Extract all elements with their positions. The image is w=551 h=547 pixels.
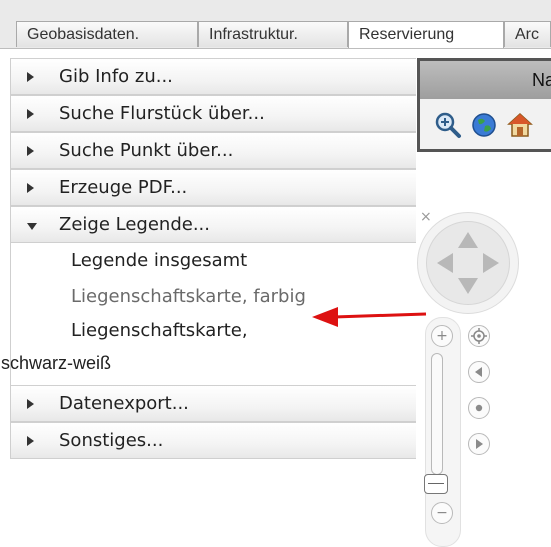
zoom-in-button[interactable]: + bbox=[431, 325, 453, 347]
pan-arrows bbox=[437, 232, 499, 294]
accordion-menu: Gib Info zu... Suche Flurstück über... S… bbox=[1, 58, 416, 459]
tab-bar: Geobasisdaten. Infrastruktur. Reservieru… bbox=[0, 0, 551, 49]
triangle-right-icon bbox=[27, 436, 34, 446]
triangle-right-icon bbox=[27, 146, 34, 156]
accordion-item-label: Sonstiges... bbox=[59, 430, 164, 451]
toolbar-title: Na bbox=[420, 61, 551, 99]
accordion-item-label: Gib Info zu... bbox=[59, 66, 173, 87]
triangle-right-icon bbox=[27, 72, 34, 82]
tab-label: Arc bbox=[515, 26, 539, 43]
zoom-in-icon[interactable] bbox=[434, 111, 462, 139]
triangle-down-icon bbox=[27, 223, 37, 230]
tab-label: Geobasisdaten. bbox=[27, 26, 140, 43]
triangle-right-icon bbox=[27, 183, 34, 193]
pan-right-icon[interactable] bbox=[483, 253, 499, 273]
tab-label: Reservierung bbox=[359, 26, 455, 43]
accordion-item-gib-info[interactable]: Gib Info zu... bbox=[11, 58, 416, 95]
toolbar-icons bbox=[420, 99, 551, 147]
accordion-item-label: Erzeuge PDF... bbox=[59, 177, 188, 198]
home-icon[interactable] bbox=[506, 111, 534, 139]
zoom-slider-handle[interactable] bbox=[424, 474, 448, 494]
triangle-right-icon bbox=[27, 109, 34, 119]
accordion-item-suche-punkt[interactable]: Suche Punkt über... bbox=[11, 132, 416, 169]
tab-label: Infrastruktur. bbox=[209, 26, 298, 43]
pan-control bbox=[426, 221, 510, 305]
globe-icon[interactable] bbox=[470, 111, 498, 139]
close-icon[interactable]: × bbox=[420, 209, 432, 225]
accordion-item-suche-flurstueck[interactable]: Suche Flurstück über... bbox=[11, 95, 416, 132]
history-back-icon[interactable] bbox=[468, 361, 490, 383]
center-icon[interactable] bbox=[468, 325, 490, 347]
accordion-item-label: Zeige Legende... bbox=[59, 214, 210, 235]
navigation-toolbar: Na bbox=[417, 58, 551, 152]
accordion-item-label: Datenexport... bbox=[59, 393, 189, 414]
legend-link-line2: schwarz-weiß bbox=[1, 353, 112, 373]
accordion-item-erzeuge-pdf[interactable]: Erzeuge PDF... bbox=[11, 169, 416, 206]
pan-up-icon[interactable] bbox=[458, 232, 478, 248]
tab-infrastruktur[interactable]: Infrastruktur. bbox=[198, 21, 348, 47]
annotation-arrow-icon bbox=[312, 307, 427, 327]
pan-down-icon[interactable] bbox=[458, 278, 478, 294]
legend-link-insgesamt[interactable]: Legende insgesamt bbox=[11, 243, 416, 279]
accordion-item-label: Suche Flurstück über... bbox=[59, 103, 265, 124]
tab-reservierung[interactable]: Reservierung bbox=[348, 21, 504, 48]
tab-geobasisdaten[interactable]: Geobasisdaten. bbox=[16, 21, 198, 47]
history-forward-icon[interactable] bbox=[468, 433, 490, 455]
zoom-slider-track[interactable] bbox=[431, 353, 443, 475]
zoom-out-button[interactable]: − bbox=[431, 502, 453, 524]
accordion-item-sonstiges[interactable]: Sonstiges... bbox=[11, 422, 416, 459]
pan-left-icon[interactable] bbox=[437, 253, 453, 273]
dot-icon[interactable] bbox=[468, 397, 490, 419]
accordion-item-label: Suche Punkt über... bbox=[59, 140, 234, 161]
accordion-item-datenexport[interactable]: Datenexport... bbox=[11, 385, 416, 422]
accordion-item-zeige-legende[interactable]: Zeige Legende... bbox=[11, 206, 416, 243]
tab-arc[interactable]: Arc bbox=[504, 21, 551, 47]
triangle-right-icon bbox=[27, 399, 34, 409]
map-navigation-control: × + − bbox=[412, 205, 522, 547]
